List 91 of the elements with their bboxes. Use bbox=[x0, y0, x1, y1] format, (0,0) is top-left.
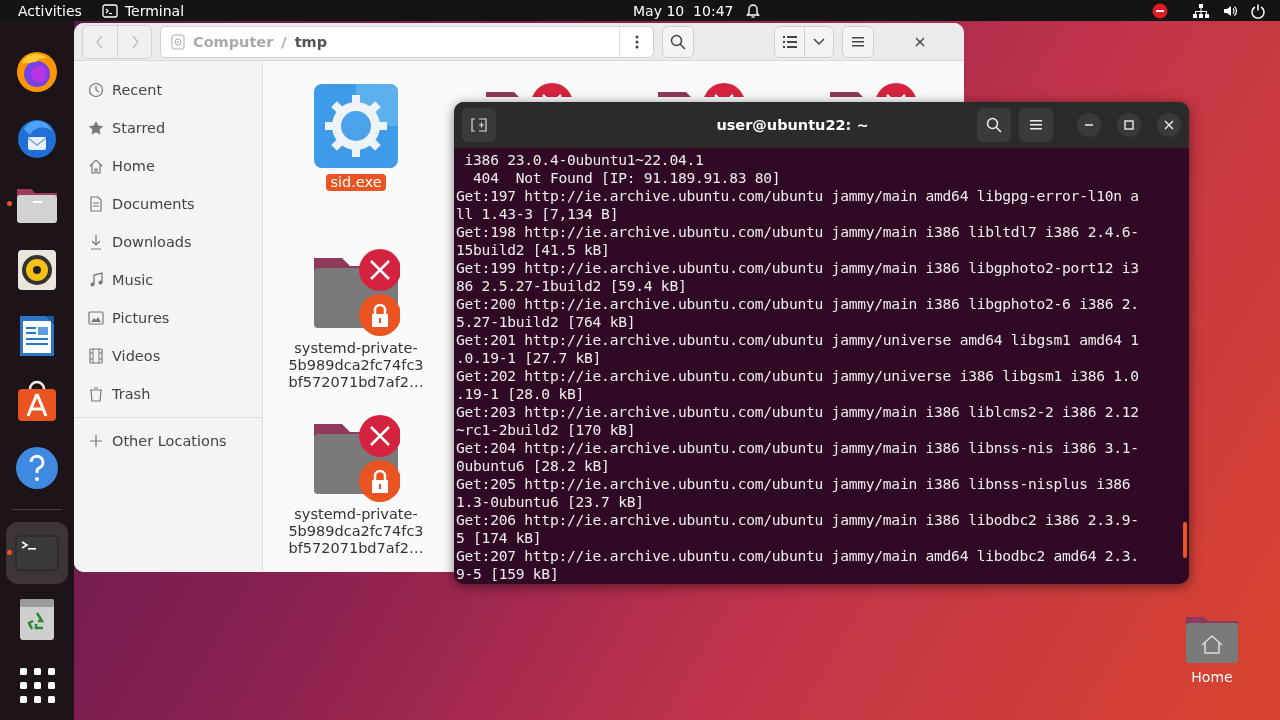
film-icon bbox=[88, 348, 104, 364]
search-button[interactable] bbox=[977, 108, 1011, 142]
plus-icon bbox=[88, 433, 104, 449]
path-crumb[interactable]: tmp bbox=[294, 33, 328, 50]
view-options[interactable] bbox=[774, 25, 834, 58]
drive-icon bbox=[171, 33, 185, 50]
home-icon bbox=[88, 158, 104, 174]
network-icon[interactable] bbox=[1192, 2, 1210, 19]
maximize-button[interactable] bbox=[1117, 113, 1141, 137]
terminal-line: 9-5 [159 kB] bbox=[456, 565, 560, 583]
terminal-line: Get:206 http://ie.archive.ubuntu.com/ubuntu jammy/main i386 libodbc2 i386 2.3.9- bbox=[456, 511, 1140, 529]
close-icon bbox=[915, 36, 925, 47]
terminal-line: Get:198 http://ie.archive.ubuntu.com/ubuntu jammy/main i386 libltdl7 i386 2.4.6- bbox=[456, 223, 1140, 241]
terminal-line: ~rc1-2build2 [170 kB] bbox=[456, 421, 637, 439]
sidebar-item[interactable]: Home bbox=[74, 147, 262, 185]
download-icon bbox=[88, 234, 104, 250]
file-name: systemd-private- 5b989dca2fc74fc3 bf572071bd7af2… bbox=[287, 506, 425, 557]
terminal-icon bbox=[101, 3, 118, 18]
search-button[interactable] bbox=[662, 25, 694, 58]
terminal-line: 5.27-1build2 [764 kB] bbox=[456, 313, 637, 331]
maximize-icon bbox=[1124, 120, 1134, 130]
terminal-line: 5 [174 kB] bbox=[456, 529, 543, 547]
menu-icon bbox=[852, 36, 864, 47]
new-tab-button[interactable] bbox=[462, 108, 496, 142]
file-name: sid.exe bbox=[326, 174, 386, 191]
terminal-line: Get:207 http://ie.archive.ubuntu.com/ubuntu jammy/main amd64 libodbc2 amd64 2.3. bbox=[456, 547, 1140, 565]
activities-button[interactable]: Activities bbox=[18, 2, 82, 19]
terminal-line: Get:197 http://ie.archive.ubuntu.com/ubuntu jammy/main amd64 libgpg-error-l10n a bbox=[456, 187, 1140, 205]
caret-icon[interactable] bbox=[813, 37, 825, 46]
terminal-line: i386 23.0.4-0ubuntu1~22.04.1 bbox=[463, 151, 705, 169]
terminal-line: Get:201 http://ie.archive.ubuntu.com/ubuntu jammy/universe amd64 libgsm1 amd64 1 bbox=[456, 331, 1140, 349]
menu-button[interactable] bbox=[842, 25, 874, 58]
sidebar-item[interactable]: Trash bbox=[74, 375, 262, 413]
terminal-line: 0ubuntu6 [28.2 kB] bbox=[456, 457, 611, 475]
minimize-icon bbox=[1084, 124, 1094, 126]
help-icon[interactable] bbox=[14, 445, 60, 491]
music-note-icon bbox=[88, 272, 104, 288]
list-view-icon[interactable] bbox=[782, 35, 797, 48]
bell-icon bbox=[745, 2, 762, 19]
star-icon bbox=[88, 120, 104, 136]
terminal-line: .0.19-1 [27.7 kB] bbox=[456, 349, 603, 367]
sidebar-item[interactable]: Pictures bbox=[74, 299, 262, 337]
terminal-line: 404 Not Found [IP: 91.189.91.83 80] bbox=[472, 169, 782, 187]
sidebar-item[interactable]: Recent bbox=[74, 71, 262, 109]
terminal-line: Get:203 http://ie.archive.ubuntu.com/ubuntu jammy/main i386 liblcms2-2 i386 2.12 bbox=[456, 403, 1140, 421]
terminal-line: ll 1.43-3 [7,134 B] bbox=[456, 205, 620, 223]
home-folder-icon[interactable] bbox=[1184, 615, 1240, 663]
locked-folder-icon[interactable] bbox=[312, 414, 400, 502]
minimize-button[interactable] bbox=[1077, 113, 1101, 137]
sidebar-item[interactable]: Starred bbox=[74, 109, 262, 147]
menu-button[interactable] bbox=[1019, 108, 1053, 142]
path-bar[interactable]: Computer / tmp bbox=[160, 25, 654, 58]
search-icon bbox=[670, 33, 686, 50]
clock-icon bbox=[88, 82, 104, 98]
terminal-line: Get:200 http://ie.archive.ubuntu.com/ubuntu jammy/main i386 libgphoto2-6 i386 2. bbox=[456, 295, 1140, 313]
terminal-line: Get:205 http://ie.archive.ubuntu.com/ubuntu jammy/main i386 libnss-nisplus i386 bbox=[456, 475, 1132, 493]
trash-icon bbox=[88, 386, 104, 402]
kebab-menu-icon bbox=[634, 34, 639, 49]
gear-icon[interactable] bbox=[312, 82, 400, 170]
do-not-disturb-icon[interactable] bbox=[1152, 2, 1168, 19]
sidebar-item[interactable]: Documents bbox=[74, 185, 262, 223]
firefox-icon[interactable] bbox=[14, 49, 60, 95]
path-separator: / bbox=[281, 33, 287, 50]
app-menu[interactable]: Terminal bbox=[101, 2, 185, 19]
terminal-line: Get:202 http://ie.archive.ubuntu.com/ubuntu jammy/universe i386 libgsm1 i386 1.0 bbox=[456, 367, 1140, 385]
close-icon bbox=[1164, 120, 1174, 130]
terminal-line: Get:199 http://ie.archive.ubuntu.com/ubuntu jammy/main i386 libgphoto2-port12 i3 bbox=[456, 259, 1140, 277]
desktop-icon-label[interactable]: Home bbox=[1191, 669, 1233, 685]
terminal-line: 15build2 [41.5 kB] bbox=[456, 241, 611, 259]
chevron-right-icon bbox=[130, 34, 139, 49]
sidebar-item[interactable]: Downloads bbox=[74, 223, 262, 261]
locked-folder-icon[interactable] bbox=[312, 248, 400, 336]
terminal-line: .19-1 [28.0 kB] bbox=[456, 385, 586, 403]
terminal-line: Get:204 http://ie.archive.ubuntu.com/ubuntu jammy/main i386 libnss-nis i386 3.1- bbox=[456, 439, 1140, 457]
menu-icon bbox=[1030, 120, 1042, 130]
clock[interactable]: May 10 10:47 bbox=[633, 2, 734, 19]
terminal-line: 1.3-0ubuntu6 [23.7 kB] bbox=[456, 493, 645, 511]
sidebar-item[interactable]: Videos bbox=[74, 337, 262, 375]
window-title: user@ubuntu22: ~ bbox=[715, 117, 870, 133]
scrollbar-thumb[interactable] bbox=[1183, 522, 1187, 558]
picture-icon bbox=[88, 310, 104, 326]
search-icon bbox=[986, 117, 1002, 133]
power-icon[interactable] bbox=[1250, 2, 1266, 19]
file-name: systemd-private- 5b989dca2fc74fc3 bf572071bd7af2… bbox=[287, 340, 425, 391]
sidebar-item[interactable]: Music bbox=[74, 261, 262, 299]
new-tab-icon bbox=[471, 118, 487, 132]
close-button[interactable] bbox=[1157, 113, 1181, 137]
chevron-left-icon bbox=[96, 34, 104, 49]
document-icon bbox=[88, 196, 104, 212]
terminal-line: 86 2.5.27-1build2 [59.4 kB] bbox=[456, 277, 688, 295]
sidebar-item[interactable]: Other Locations bbox=[74, 422, 262, 460]
